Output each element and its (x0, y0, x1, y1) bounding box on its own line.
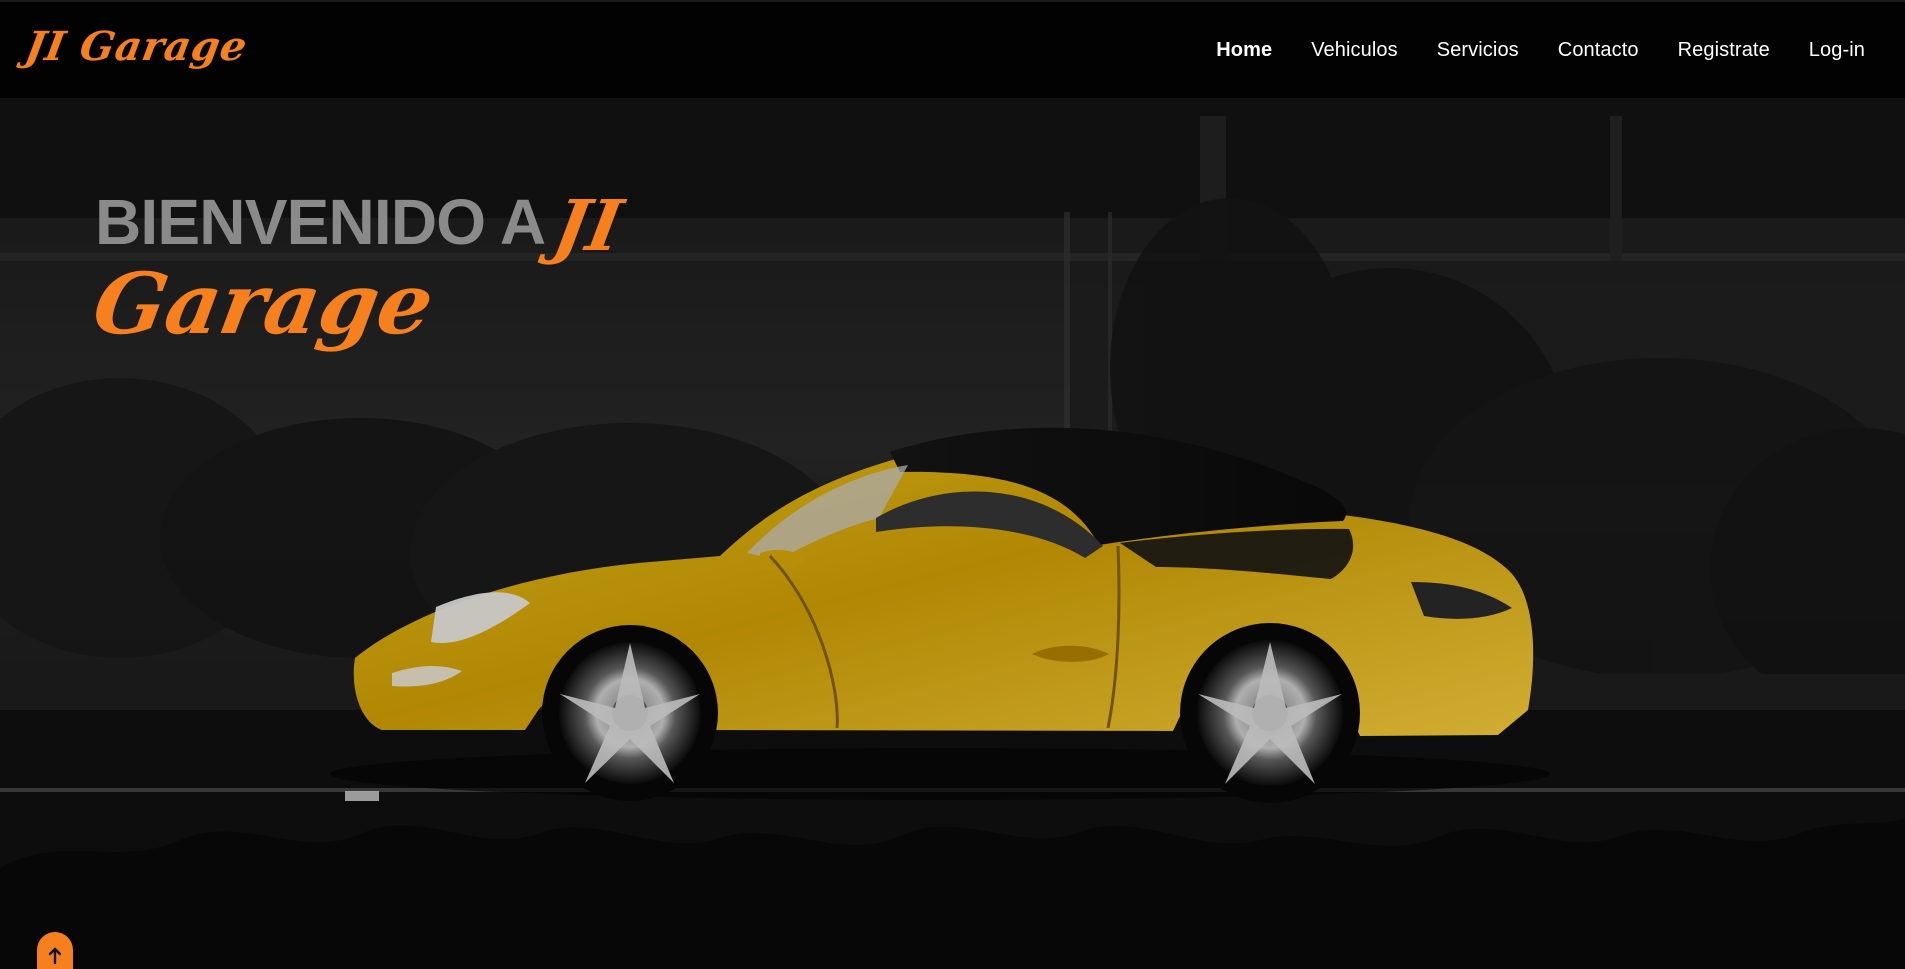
hero-title-script-garage: Garage (86, 254, 441, 353)
nav-servicios-link[interactable]: Servicios (1437, 35, 1519, 65)
arrow-up-icon (48, 947, 62, 965)
top-navigation: JI Garage Home Vehiculos Servicios Conta… (0, 0, 1905, 98)
hero-heading: BIENVENIDO A JI Garage (86, 182, 629, 353)
nav-registrate-link[interactable]: Registrate (1678, 35, 1770, 65)
brand-logo[interactable]: JI Garage (22, 23, 251, 70)
nav-login-link[interactable]: Log-in (1809, 35, 1865, 65)
hero-title-script-ji: JI (548, 184, 629, 267)
nav-vehiculos-link[interactable]: Vehiculos (1311, 35, 1398, 65)
page: JI Garage Home Vehiculos Servicios Conta… (0, 0, 1905, 969)
nav-contacto-link[interactable]: Contacto (1558, 35, 1639, 65)
hero-title-main: BIENVENIDO A (95, 186, 546, 258)
hero-heading-line-1: BIENVENIDO A JI (95, 182, 629, 267)
main-nav: Home Vehiculos Servicios Contacto Regist… (1216, 35, 1865, 65)
scroll-to-top-button[interactable] (37, 932, 73, 969)
hero-section: BIENVENIDO A JI Garage (0, 98, 1905, 969)
nav-home-link[interactable]: Home (1216, 35, 1272, 65)
